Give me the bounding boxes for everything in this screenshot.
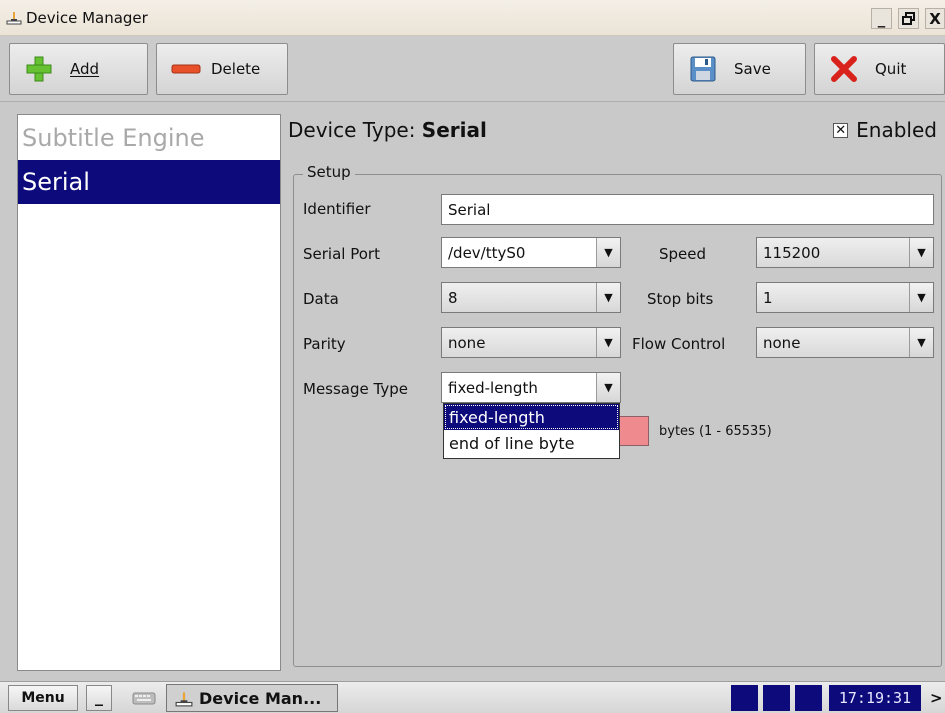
keyboard-icon[interactable] [132,689,156,707]
parity-value: none [448,333,486,352]
red-x-icon [829,54,859,84]
chevron-down-icon: ▼ [596,328,620,357]
chevron-down-icon: ▼ [596,238,620,267]
title-bar: Device Manager _ X [0,0,945,36]
data-label: Data [303,290,339,308]
taskbar: Menu _ Device Man... 17:19:31 > [0,681,945,713]
speed-select[interactable]: 115200 ▼ [756,237,934,268]
device-type-prefix: Device Type: [288,118,416,142]
chevron-down-icon: ▼ [909,238,933,267]
flow-control-value: none [763,333,801,352]
message-type-label: Message Type [303,380,408,398]
bytes-hint: bytes (1 - 65535) [659,424,772,439]
show-desktop-button[interactable]: _ [86,685,112,711]
taskbar-task-label: Device Man... [199,688,322,708]
device-type-value: Serial [421,118,487,142]
data-value: 8 [448,288,458,307]
device-manager-icon [175,692,193,707]
add-button[interactable]: Add [9,43,148,95]
checkbox-checked-icon: ✕ [833,122,849,138]
delete-button[interactable]: Delete [156,43,288,95]
tray-indicator-1[interactable] [731,685,758,711]
menu-button[interactable]: Menu [8,685,78,711]
flow-control-select[interactable]: none ▼ [756,327,934,358]
save-button[interactable]: Save [673,43,806,95]
quit-button[interactable]: Quit [814,43,945,95]
quit-label: Quit [875,60,907,78]
stop-bits-value: 1 [763,288,773,307]
tray-indicator-3[interactable] [795,685,822,711]
option-fixed-length[interactable]: fixed-length [444,404,619,430]
enabled-checkbox[interactable]: ✕ Enabled [833,118,937,142]
parity-select[interactable]: none ▼ [441,327,621,358]
flow-control-label: Flow Control [632,335,726,353]
list-item-serial[interactable]: Serial [18,160,280,204]
tray-more-button[interactable]: > [930,689,943,707]
window-title: Device Manager [26,9,148,27]
message-type-dropdown: fixed-length end of line byte [443,403,620,459]
device-list: Subtitle Engine Serial [17,114,281,671]
chevron-down-icon: ▼ [596,283,620,312]
clock[interactable]: 17:19:31 [829,685,921,711]
add-label: Add [70,60,100,78]
plus-icon [24,54,54,84]
stop-bits-label: Stop bits [647,290,714,308]
serial-port-label: Serial Port [303,245,380,263]
toolbar: Add Delete Save Quit [0,36,945,102]
save-label: Save [734,60,771,78]
setup-legend: Setup [303,163,355,181]
list-item-subtitle-engine[interactable]: Subtitle Engine [18,115,280,160]
chevron-down-icon: ▼ [909,283,933,312]
restore-icon [902,12,915,25]
taskbar-device-manager[interactable]: Device Man... [166,684,338,712]
identifier-label: Identifier [303,200,371,218]
floppy-disk-icon [688,54,718,84]
parity-label: Parity [303,335,346,353]
device-type-heading: Device Type: Serial [288,118,487,142]
data-select[interactable]: 8 ▼ [441,282,621,313]
serial-port-select[interactable]: /dev/ttyS0 ▼ [441,237,621,268]
restore-button[interactable] [898,8,919,29]
enabled-label: Enabled [856,118,937,142]
device-manager-icon [6,12,22,25]
delete-label: Delete [211,60,261,78]
message-type-value: fixed-length [448,378,538,397]
minus-icon [171,54,201,84]
minimize-button[interactable]: _ [871,8,892,29]
speed-label: Speed [659,245,707,263]
serial-port-value: /dev/ttyS0 [448,243,526,262]
chevron-down-icon: ▼ [596,373,620,402]
speed-value: 115200 [763,243,821,262]
option-end-of-line-byte[interactable]: end of line byte [444,430,619,456]
identifier-input[interactable]: Serial [441,194,934,225]
message-type-select[interactable]: fixed-length ▼ [441,372,621,403]
chevron-down-icon: ▼ [909,328,933,357]
message-length-input[interactable] [619,416,649,446]
tray-indicator-2[interactable] [763,685,790,711]
stop-bits-select[interactable]: 1 ▼ [756,282,934,313]
close-button[interactable]: X [925,8,945,29]
